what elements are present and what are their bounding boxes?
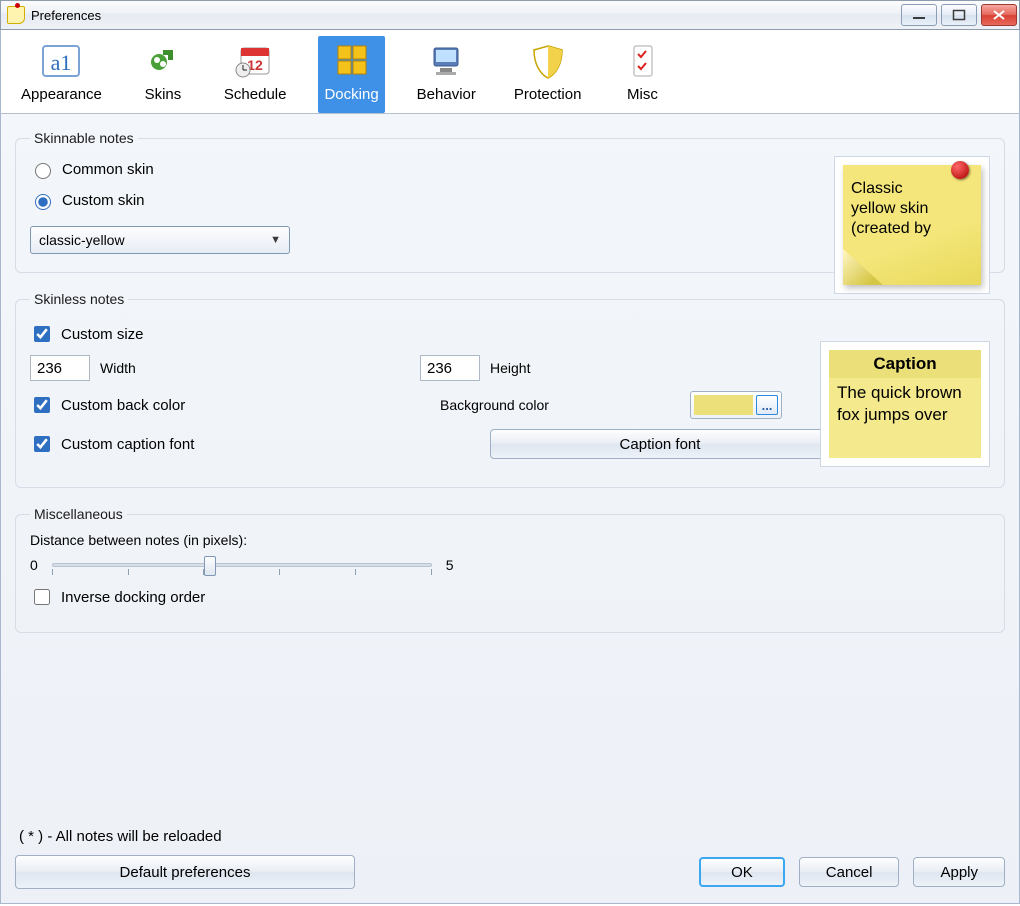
preview-text-1: Classic xyxy=(851,179,973,199)
tab-label: Docking xyxy=(324,86,378,103)
tab-label: Protection xyxy=(514,86,582,103)
window-controls xyxy=(901,4,1019,26)
sticky-note-preview: Classic yellow skin (created by xyxy=(843,165,981,285)
default-preferences-button[interactable]: Default preferences xyxy=(15,855,355,889)
skins-icon xyxy=(140,40,186,82)
docking-icon xyxy=(329,40,375,82)
tab-schedule[interactable]: 12 Schedule xyxy=(218,36,293,113)
skin-dropdown-value: classic-yellow xyxy=(39,232,125,248)
bgcolor-picker[interactable]: ... xyxy=(690,391,782,419)
close-button[interactable] xyxy=(981,4,1017,26)
tab-label: Misc xyxy=(627,86,658,103)
pin-icon xyxy=(951,161,969,179)
tab-docking[interactable]: Docking xyxy=(318,36,384,113)
check-custom-caption-input[interactable] xyxy=(34,436,50,452)
preview-text-2: yellow skin xyxy=(851,199,973,219)
protection-icon xyxy=(525,40,571,82)
titlebar: Preferences xyxy=(0,0,1020,30)
tab-behavior[interactable]: Behavior xyxy=(411,36,482,113)
check-inverse-docking[interactable]: Inverse docking order xyxy=(30,586,990,608)
color-swatch xyxy=(694,395,753,415)
slider-thumb[interactable] xyxy=(204,556,216,576)
preview-caption: Caption xyxy=(829,350,981,378)
height-label: Height xyxy=(490,360,530,376)
width-input[interactable] xyxy=(30,355,90,381)
ok-button[interactable]: OK xyxy=(699,857,785,887)
skinless-preview: Caption The quick brown fox jumps over xyxy=(820,341,990,467)
legend-skinnable: Skinnable notes xyxy=(30,130,138,146)
group-miscellaneous: Miscellaneous Distance between notes (in… xyxy=(15,506,1005,633)
tab-protection[interactable]: Protection xyxy=(508,36,588,113)
group-skinless-notes: Skinless notes Custom size Width Height xyxy=(15,291,1005,488)
appearance-icon: a1 xyxy=(38,40,84,82)
app-icon xyxy=(7,6,25,24)
client-area: Skinnable notes Common skin Custom skin … xyxy=(0,114,1020,904)
slider-min: 0 xyxy=(30,557,38,573)
note-preview: Caption The quick brown fox jumps over xyxy=(829,350,981,458)
maximize-icon xyxy=(952,9,966,21)
tab-misc[interactable]: Misc xyxy=(613,36,671,113)
preview-text-3: (created by xyxy=(851,219,973,239)
close-icon xyxy=(992,9,1006,21)
slider-rail xyxy=(52,563,432,567)
height-input[interactable] xyxy=(420,355,480,381)
radio-common-skin-input[interactable] xyxy=(35,163,51,179)
bgcolor-label: Background color xyxy=(440,397,549,413)
legend-misc: Miscellaneous xyxy=(30,506,127,522)
check-label: Inverse docking order xyxy=(61,589,205,606)
slider-max: 5 xyxy=(446,557,454,573)
tab-label: Skins xyxy=(145,86,182,103)
page-curl-icon xyxy=(843,249,883,285)
footer-buttons: Default preferences OK Cancel Apply xyxy=(15,855,1005,889)
tab-appearance[interactable]: a1 Appearance xyxy=(15,36,108,113)
check-label: Custom caption font xyxy=(61,436,194,453)
tab-label: Appearance xyxy=(21,86,102,103)
misc-icon xyxy=(619,40,665,82)
maximize-button[interactable] xyxy=(941,4,977,26)
distance-label: Distance between notes (in pixels): xyxy=(30,532,990,548)
radio-label: Custom skin xyxy=(62,192,145,209)
check-label: Custom size xyxy=(61,326,144,343)
caption-font-button[interactable]: Caption font xyxy=(490,429,830,459)
tab-toolbar: a1 Appearance Skins 12 Schedule Docking … xyxy=(0,30,1020,114)
ellipsis-icon: ... xyxy=(756,395,778,415)
tab-label: Behavior xyxy=(417,86,476,103)
slider-ticks xyxy=(52,569,432,575)
check-custom-size-input[interactable] xyxy=(34,326,50,342)
legend-skinless: Skinless notes xyxy=(30,291,128,307)
skinnable-preview: Classic yellow skin (created by xyxy=(834,156,990,294)
radio-label: Common skin xyxy=(62,161,154,178)
tab-skins[interactable]: Skins xyxy=(134,36,192,113)
check-label: Custom back color xyxy=(61,397,185,414)
skin-dropdown[interactable]: classic-yellow ▼ xyxy=(30,226,290,254)
check-custom-caption-font[interactable]: Custom caption font xyxy=(30,433,194,455)
group-skinnable-notes: Skinnable notes Common skin Custom skin … xyxy=(15,130,1005,273)
footer-note: ( * ) - All notes will be reloaded xyxy=(15,818,1005,855)
check-custom-back-input[interactable] xyxy=(34,397,50,413)
distance-slider[interactable] xyxy=(52,554,432,576)
svg-text:a1: a1 xyxy=(51,50,72,75)
minimize-button[interactable] xyxy=(901,4,937,26)
apply-button[interactable]: Apply xyxy=(913,857,1005,887)
width-label: Width xyxy=(100,360,136,376)
check-inverse-docking-input[interactable] xyxy=(34,589,50,605)
minimize-icon xyxy=(912,10,926,20)
schedule-icon: 12 xyxy=(232,40,278,82)
cancel-button[interactable]: Cancel xyxy=(799,857,900,887)
tab-label: Schedule xyxy=(224,86,287,103)
behavior-icon xyxy=(423,40,469,82)
chevron-down-icon: ▼ xyxy=(270,234,281,246)
preview-body: The quick brown fox jumps over xyxy=(829,378,981,458)
check-custom-back-color[interactable]: Custom back color xyxy=(30,394,185,416)
window-title: Preferences xyxy=(31,8,101,23)
radio-custom-skin-input[interactable] xyxy=(35,194,51,210)
